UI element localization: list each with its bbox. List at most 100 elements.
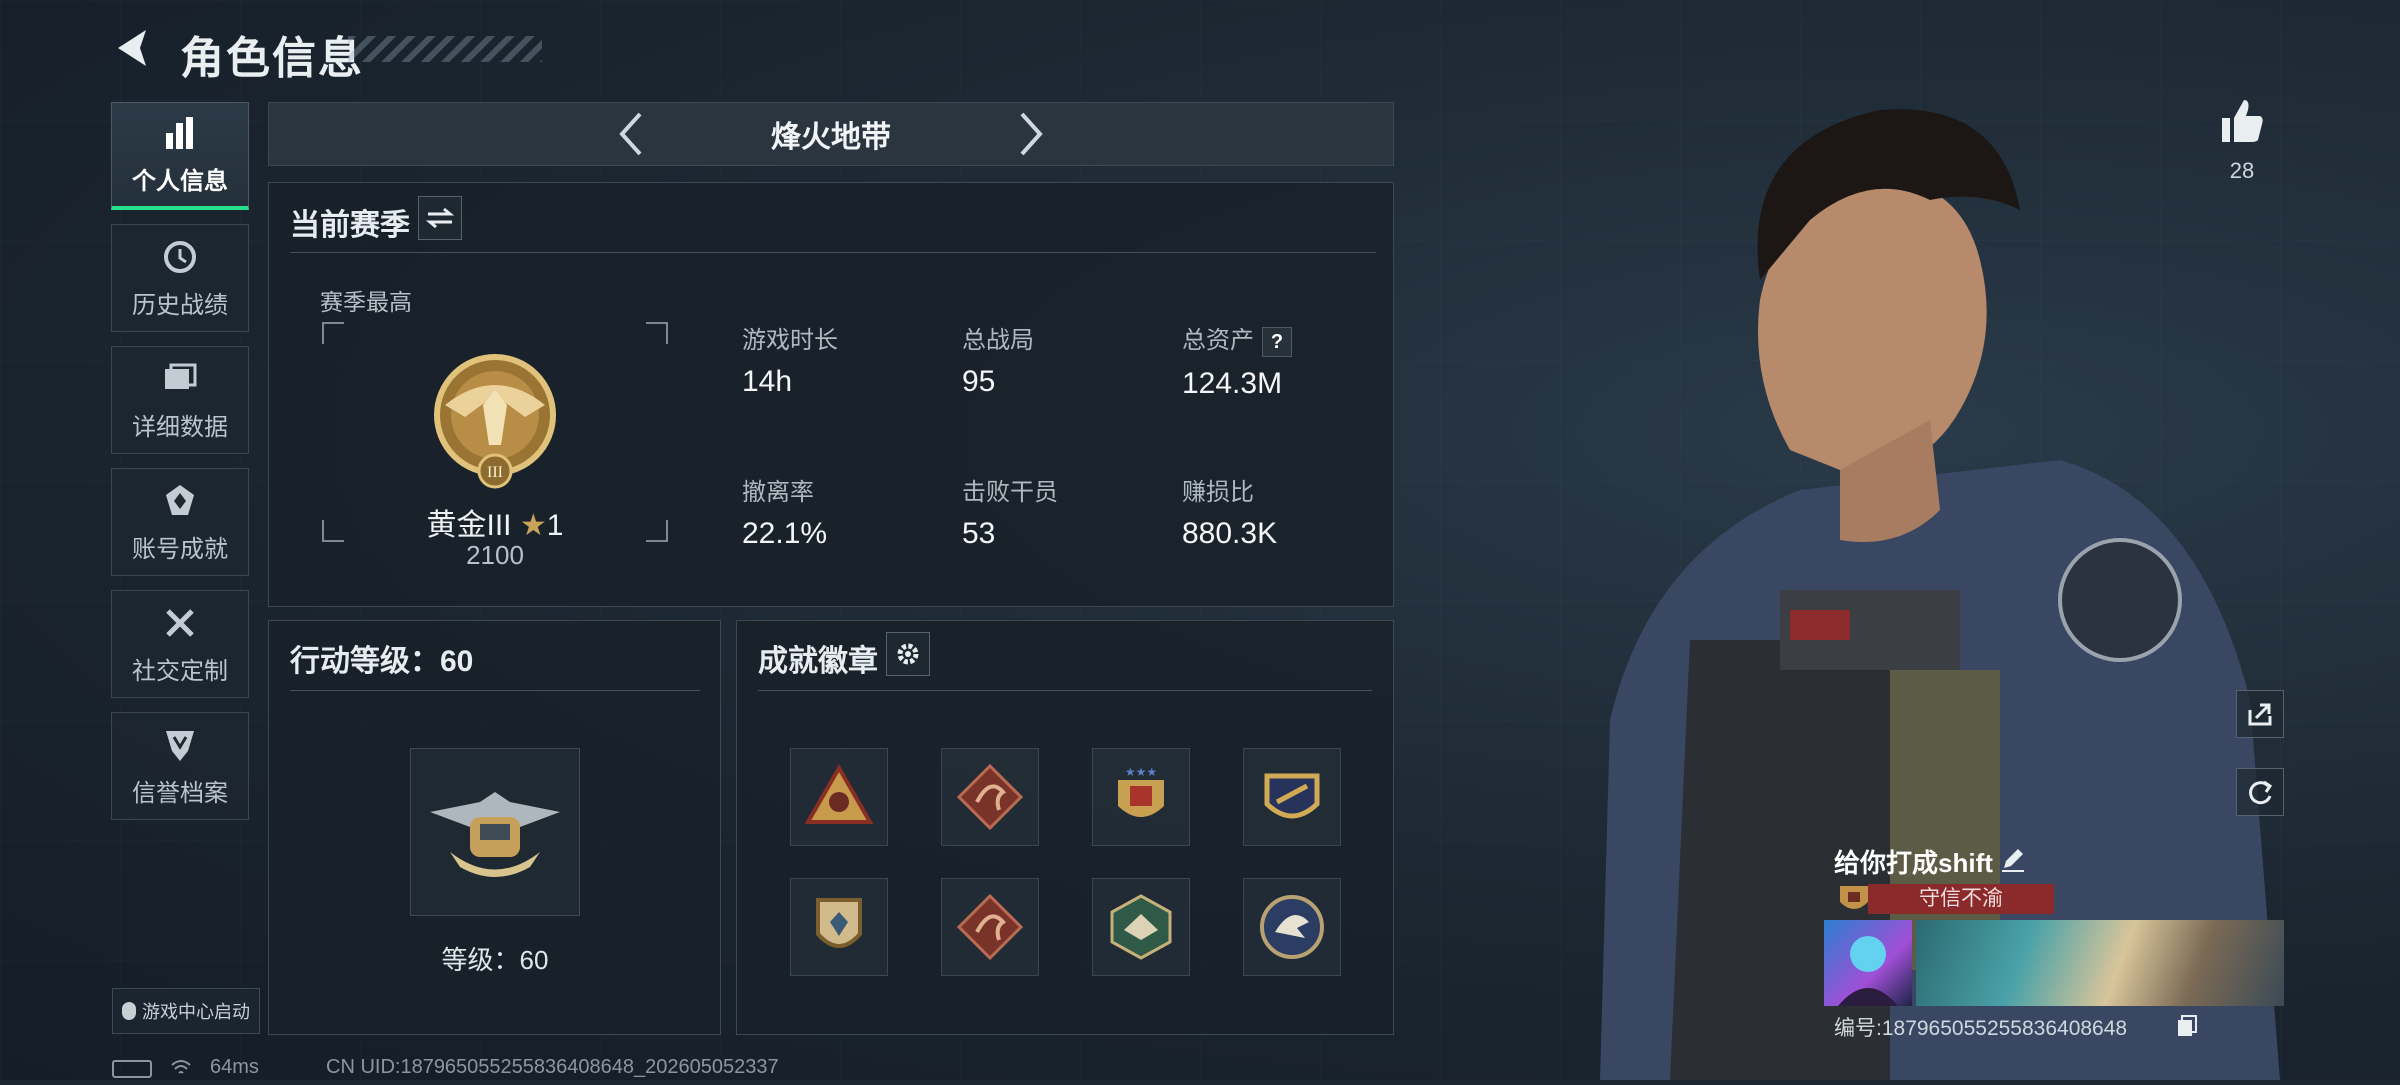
dragon-badge-icon	[955, 892, 1025, 962]
triangle-badge-icon	[804, 762, 874, 832]
honor-title: 守信不渝	[1868, 884, 2054, 914]
divider	[758, 690, 1372, 691]
eagle-circle-badge-icon	[1257, 892, 1327, 962]
qq-icon	[122, 1002, 136, 1020]
badge-slot[interactable]	[1243, 748, 1341, 846]
player-avatar[interactable]	[1824, 920, 1912, 1006]
stat-value: 95	[962, 365, 1034, 399]
sidebar-item-label: 个人信息	[132, 161, 228, 196]
sidebar: 个人信息 历史战绩 详细数据 账号成就 社交定制 信誉档案	[111, 102, 249, 834]
wifi-icon	[170, 1058, 192, 1076]
folder-icon	[160, 359, 200, 399]
uid-text: CN UID:1879650552558364086​48_2026050523…	[326, 1056, 779, 1079]
id-text: 编号:1879650552558364086​48	[1834, 1017, 2127, 1040]
stat-label: 总资产	[1182, 327, 1254, 354]
sidebar-item-detail-data[interactable]: 详细数据	[111, 346, 249, 454]
star-icon: ★	[520, 509, 547, 542]
rank-score: 2100	[380, 540, 610, 571]
swap-icon	[426, 207, 454, 229]
stat-kills: 击败干员 53	[962, 472, 1058, 551]
badge-settings-button[interactable]	[886, 632, 930, 676]
badges-title: 成就徽章	[758, 636, 878, 680]
share-button[interactable]	[2236, 690, 2284, 738]
best-label: 赛季最高	[320, 283, 412, 317]
refresh-icon	[2246, 778, 2274, 806]
achievement-icon	[160, 481, 200, 521]
star-shield-badge-icon: ★★★	[1106, 762, 1176, 832]
battery-icon	[112, 1060, 152, 1078]
stat-total-matches: 总战局 95	[962, 320, 1034, 399]
badge-slot[interactable]	[941, 878, 1039, 976]
pencil-icon	[2000, 846, 2026, 872]
sidebar-item-history[interactable]: 历史战绩	[111, 224, 249, 332]
stat-value: 124.3M	[1182, 367, 1292, 401]
rotate-button[interactable]	[2236, 768, 2284, 816]
avatar-icon	[1824, 920, 1912, 1006]
rank-text: 黄金III ★1	[380, 500, 610, 544]
sidebar-item-achievement[interactable]: 账号成就	[111, 468, 249, 576]
badge-slot[interactable]	[790, 878, 888, 976]
history-icon	[160, 237, 200, 277]
stat-value: 880.3K	[1182, 517, 1277, 551]
crest-badge-icon	[1257, 762, 1327, 832]
back-button[interactable]	[108, 24, 156, 72]
helicopter-emblem-icon	[420, 772, 570, 892]
badge-slot[interactable]	[1092, 878, 1190, 976]
stat-value: 53	[962, 517, 1058, 551]
rank-emblem-icon: III	[425, 345, 565, 495]
mode-name: 烽火地带	[771, 112, 891, 156]
copy-icon	[2176, 1014, 2198, 1036]
game-center-launch-button[interactable]: 游戏中心启动	[112, 988, 260, 1034]
level-emblem-frame	[410, 748, 580, 916]
frame-corner	[322, 322, 344, 344]
badge-slot[interactable]: ★★★	[1092, 748, 1190, 846]
badge-slot[interactable]	[790, 748, 888, 846]
shield-icon	[160, 725, 200, 765]
badge-slot[interactable]	[1243, 878, 1341, 976]
sidebar-item-label: 社交定制	[132, 651, 228, 686]
gold-shield-badge-icon	[804, 892, 874, 962]
sidebar-item-label: 信誉档案	[132, 773, 228, 808]
ping-text: 64ms	[210, 1056, 259, 1079]
level-label: 等级：60	[410, 940, 580, 977]
frame-corner	[646, 520, 668, 542]
sidebar-item-label: 账号成就	[132, 529, 228, 564]
sidebar-item-personal-info[interactable]: 个人信息	[111, 102, 249, 210]
like-button[interactable]	[2216, 96, 2268, 148]
prev-mode-button[interactable]	[611, 109, 651, 159]
stat-value: 22.1%	[742, 517, 827, 551]
level-title: 行动等级：60	[290, 636, 473, 680]
help-button[interactable]: ?	[1262, 327, 1292, 357]
dragon-badge-icon	[955, 762, 1025, 832]
bar-chart-icon	[160, 113, 200, 153]
tools-icon	[160, 603, 200, 643]
share-icon	[2246, 700, 2274, 728]
divider	[290, 690, 700, 691]
svg-text:III: III	[487, 464, 503, 481]
hex-eagle-badge-icon	[1106, 892, 1176, 962]
next-mode-button[interactable]	[1011, 109, 1051, 159]
badge-slot[interactable]	[941, 748, 1039, 846]
chevron-left-icon	[616, 110, 646, 158]
player-name: 给你打成shift	[1834, 843, 1993, 880]
stat-extract-rate: 撤离率 22.1%	[742, 472, 827, 551]
sidebar-item-credit[interactable]: 信誉档案	[111, 712, 249, 820]
edit-name-button[interactable]	[2000, 846, 2026, 872]
mode-selector: 烽火地带	[268, 102, 1394, 166]
svg-text:★★★: ★★★	[1125, 765, 1157, 779]
like-count: 28	[2216, 158, 2268, 184]
chevron-right-icon	[1016, 110, 1046, 158]
back-arrow-icon	[108, 24, 156, 72]
stat-label: 击败干员	[962, 472, 1058, 507]
stat-label: 游戏时长	[742, 320, 838, 355]
copy-id-button[interactable]	[2176, 1014, 2198, 1036]
frame-corner	[322, 520, 344, 542]
season-switch-button[interactable]	[418, 196, 462, 240]
page-title: 角色信息	[180, 22, 364, 86]
name-card-banner[interactable]	[1916, 920, 2284, 1006]
stat-value: 14h	[742, 365, 838, 399]
launch-label: 游戏中心启动	[142, 998, 250, 1024]
frame-corner	[646, 322, 668, 344]
sidebar-item-social[interactable]: 社交定制	[111, 590, 249, 698]
season-title: 当前赛季	[290, 200, 410, 244]
